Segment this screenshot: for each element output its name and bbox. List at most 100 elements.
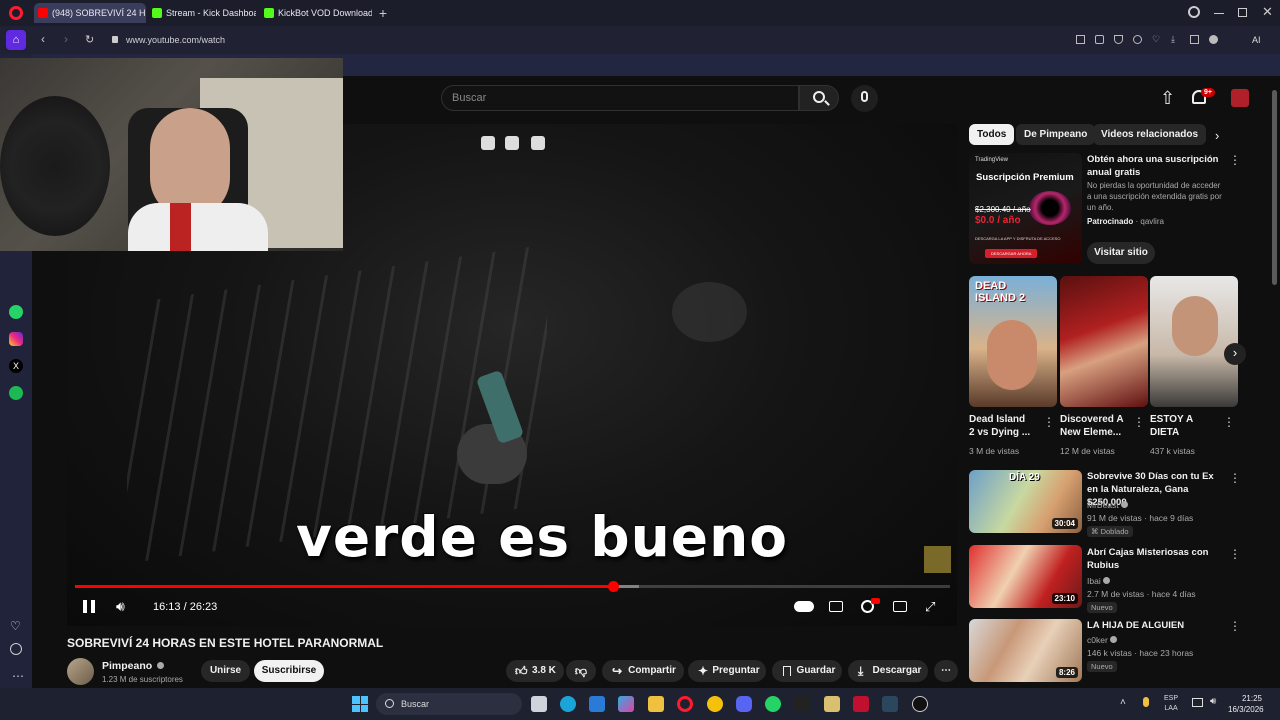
ai-button[interactable]: AI bbox=[1252, 31, 1278, 49]
copilot-icon[interactable] bbox=[618, 696, 634, 712]
save-button[interactable]: Guardar bbox=[772, 660, 842, 682]
short-thumbnail-3[interactable] bbox=[1150, 276, 1238, 407]
minimize-icon[interactable] bbox=[1214, 13, 1224, 14]
progress-bar[interactable] bbox=[75, 581, 950, 592]
ad-thumbnail[interactable]: TradingView Suscripción Premium $2,300.4… bbox=[969, 153, 1082, 264]
short-title-3[interactable]: ESTOY A DIETA bbox=[1150, 413, 1210, 439]
close-window-icon[interactable]: ✕ bbox=[1262, 4, 1273, 20]
short-menu-icon-1[interactable]: ⋮ bbox=[1043, 416, 1055, 428]
dislike-button[interactable]: 👎︎ bbox=[566, 660, 596, 682]
rec-menu-icon-3[interactable]: ⋮ bbox=[1229, 620, 1241, 632]
instagram-icon[interactable] bbox=[9, 332, 23, 346]
rec-channel-3[interactable]: c0ker bbox=[1087, 634, 1118, 646]
short-thumbnail-2[interactable] bbox=[1060, 276, 1148, 407]
voice-search-button[interactable] bbox=[851, 85, 878, 112]
ask-button[interactable]: ✦ Preguntar bbox=[688, 660, 766, 682]
clock[interactable]: 21:25 16/3/2026 bbox=[1228, 693, 1264, 715]
sparkle-icon[interactable] bbox=[505, 136, 519, 150]
rec-thumbnail-1[interactable]: DÍA 29 30:04 bbox=[969, 470, 1082, 533]
search-button[interactable] bbox=[799, 85, 839, 111]
reload-icon[interactable]: ↻ bbox=[85, 33, 94, 46]
rec-thumbnail-3[interactable]: 8:26 bbox=[969, 619, 1082, 682]
language-indicator[interactable]: ESP LAA bbox=[1164, 694, 1178, 714]
join-button[interactable]: Unirse bbox=[201, 660, 250, 682]
task-view-icon[interactable] bbox=[531, 696, 547, 712]
shield-icon[interactable] bbox=[1114, 35, 1123, 44]
cast-icon[interactable] bbox=[531, 136, 545, 150]
download-icon[interactable]: ⤓ bbox=[1171, 35, 1180, 44]
rec-title-2[interactable]: Abrí Cajas Misteriosas con Rubius bbox=[1087, 546, 1221, 572]
network-icon[interactable] bbox=[1192, 698, 1203, 707]
volume-icon[interactable]: 🔊︎ bbox=[116, 598, 125, 615]
short-thumbnail-1[interactable]: DEAD ISLAND 2 bbox=[969, 276, 1057, 407]
short-title-2[interactable]: Discovered A New Eleme... bbox=[1060, 413, 1126, 439]
short-menu-icon-2[interactable]: ⋮ bbox=[1133, 416, 1145, 428]
subtitles-icon[interactable] bbox=[829, 601, 843, 612]
tab-youtube[interactable]: (948) SOBREVIVÍ 24 H bbox=[34, 3, 146, 23]
rec-channel-2[interactable]: Ibai bbox=[1087, 575, 1111, 587]
like-button[interactable]: 👍︎ 3.8 K bbox=[506, 660, 564, 682]
search-input[interactable]: Buscar bbox=[441, 85, 799, 111]
chip-related[interactable]: Videos relacionados bbox=[1093, 124, 1207, 145]
opera-taskbar-icon[interactable] bbox=[677, 696, 693, 712]
streamlabs-icon[interactable] bbox=[853, 696, 869, 712]
discord-icon[interactable] bbox=[736, 696, 752, 712]
taskbar-search[interactable]: Buscar bbox=[376, 693, 522, 715]
capcut-icon[interactable] bbox=[794, 696, 810, 712]
pause-button[interactable] bbox=[83, 600, 95, 613]
tray-mic-icon[interactable] bbox=[1143, 697, 1149, 707]
camera-icon[interactable] bbox=[1095, 35, 1104, 44]
tray-chevron-icon[interactable]: ˄ bbox=[1120, 697, 1126, 708]
visit-site-button[interactable]: Visitar sitio bbox=[1087, 242, 1155, 264]
more-icon[interactable]: ⋯ bbox=[12, 669, 24, 683]
chip-all[interactable]: Todos bbox=[969, 124, 1015, 145]
channel-name[interactable]: Pimpeano bbox=[102, 660, 165, 672]
download-button[interactable]: ⤓ Descargar bbox=[848, 660, 928, 682]
volume-tray-icon[interactable]: 🔊︎ bbox=[1210, 696, 1216, 707]
rec-thumbnail-2[interactable]: 23:10 bbox=[969, 545, 1082, 608]
channel-avatar[interactable] bbox=[67, 658, 94, 685]
wallet-icon[interactable] bbox=[1190, 35, 1199, 44]
tab-kickbot[interactable]: KickBot VOD Downloader bbox=[260, 3, 372, 23]
fullscreen-icon[interactable]: ⤢ bbox=[925, 599, 935, 615]
favorites-heart-icon[interactable]: ♡ bbox=[10, 619, 21, 633]
short-menu-icon-3[interactable]: ⋮ bbox=[1223, 416, 1235, 428]
theater-mode-icon[interactable] bbox=[893, 601, 907, 612]
channel-watermark[interactable] bbox=[924, 546, 951, 573]
snapshot-icon[interactable] bbox=[1076, 35, 1085, 44]
back-icon[interactable]: ‹ bbox=[41, 32, 45, 46]
spotify-icon[interactable] bbox=[9, 386, 23, 400]
start-windows-icon[interactable] bbox=[352, 696, 368, 712]
share-button[interactable]: ↪ Compartir bbox=[602, 660, 684, 682]
whatsapp-icon[interactable] bbox=[9, 305, 23, 319]
miniplayer-icon[interactable] bbox=[481, 136, 495, 150]
search-tabs-icon[interactable] bbox=[1188, 6, 1200, 18]
whatsapp-taskbar-icon[interactable] bbox=[765, 696, 781, 712]
history-icon[interactable] bbox=[10, 643, 22, 655]
ad-menu-icon[interactable]: ⋮ bbox=[1229, 154, 1241, 166]
app-icon[interactable] bbox=[824, 696, 840, 712]
edge-icon[interactable] bbox=[560, 696, 576, 712]
avatar[interactable] bbox=[1231, 89, 1249, 107]
outlook-icon[interactable] bbox=[589, 696, 605, 712]
short-title-1[interactable]: Dead Island 2 vs Dying ... bbox=[969, 413, 1033, 439]
new-tab-plus-icon[interactable]: + bbox=[376, 6, 390, 20]
heart-icon[interactable]: ♡ bbox=[1152, 35, 1161, 44]
forward-icon[interactable]: › bbox=[64, 32, 68, 46]
vpn-icon[interactable] bbox=[1133, 35, 1142, 44]
extensions-icons[interactable]: ♡ ⤓ bbox=[1076, 35, 1226, 45]
profile-icon[interactable] bbox=[1209, 35, 1218, 44]
more-actions-button[interactable]: ⋯ bbox=[934, 660, 958, 682]
chip-from-channel[interactable]: De Pimpeano bbox=[1016, 124, 1096, 145]
rec-channel-1[interactable]: MrBeast bbox=[1087, 499, 1129, 511]
shorts-next-button[interactable]: › bbox=[1224, 343, 1246, 365]
subscribe-button[interactable]: Suscribirse bbox=[254, 660, 324, 682]
upload-icon[interactable]: ⇧ bbox=[1160, 88, 1175, 109]
file-explorer-icon[interactable] bbox=[648, 696, 664, 712]
autoplay-toggle[interactable] bbox=[794, 601, 814, 612]
rec-menu-icon-1[interactable]: ⋮ bbox=[1229, 472, 1241, 484]
ad-title[interactable]: Obtén ahora una suscripción anual gratis bbox=[1087, 153, 1221, 179]
chrome-icon[interactable] bbox=[707, 696, 723, 712]
home-icon[interactable]: ⌂ bbox=[6, 30, 26, 50]
rec-title-3[interactable]: LA HIJA DE ALGUIEN bbox=[1087, 619, 1221, 632]
